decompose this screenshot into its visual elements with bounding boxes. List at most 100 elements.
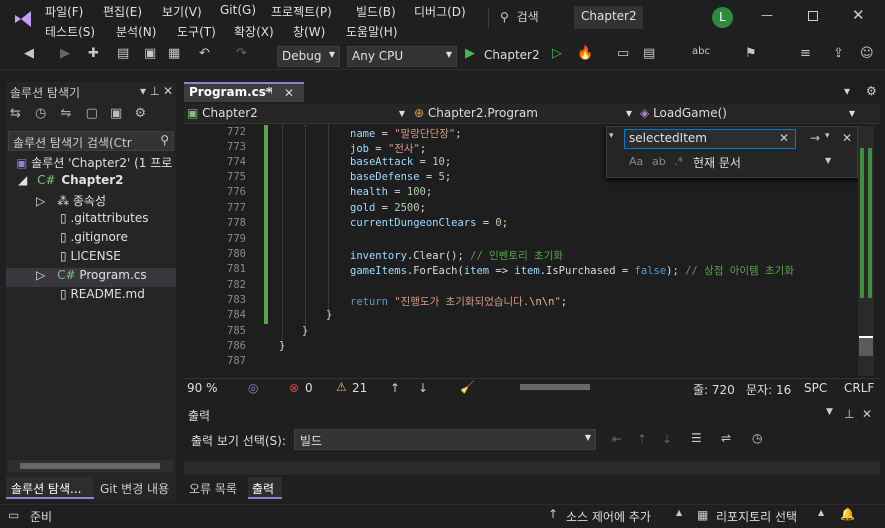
- column-indicator[interactable]: 문자: 16: [746, 381, 791, 398]
- tool-icon[interactable]: ▤: [643, 46, 655, 61]
- file-readme[interactable]: ▯ README.md: [6, 287, 176, 306]
- find-next-icon[interactable]: →: [810, 131, 820, 145]
- wrench-icon[interactable]: ⚙: [134, 106, 146, 121]
- match-case-icon[interactable]: Aa: [629, 155, 643, 168]
- folder-icon[interactable]: ▭: [617, 46, 629, 61]
- chevron-up-icon[interactable]: ▲: [818, 508, 824, 517]
- start-debugging-button[interactable]: ▶: [465, 46, 475, 61]
- switch-views-icon[interactable]: ⇆: [10, 106, 21, 121]
- chevron-down-icon[interactable]: ▾: [844, 84, 850, 98]
- copilot-icon[interactable]: ◎: [248, 381, 258, 395]
- tab-output[interactable]: 출력: [248, 477, 282, 499]
- horizontal-scrollbar[interactable]: [8, 460, 174, 472]
- search-box[interactable]: ⚲ 검색: [500, 8, 539, 25]
- menu-analyze[interactable]: 분석(N): [116, 23, 156, 40]
- menu-project[interactable]: 프로젝트(P): [271, 3, 332, 20]
- save-icon[interactable]: ▦: [168, 46, 180, 61]
- menu-edit[interactable]: 편집(E): [103, 3, 142, 20]
- menu-help[interactable]: 도움말(H): [346, 23, 398, 40]
- save-all-icon[interactable]: ▣: [144, 46, 156, 61]
- find-scope-label[interactable]: 현재 문서: [693, 154, 741, 171]
- pin-icon[interactable]: ⊥: [150, 84, 160, 98]
- clear-icon[interactable]: ✕: [779, 131, 789, 145]
- close-icon[interactable]: ✕: [163, 84, 173, 98]
- run-target-label[interactable]: Chapter2: [484, 48, 540, 62]
- close-icon[interactable]: ✕: [842, 131, 852, 145]
- code-cleanup-icon[interactable]: 🧹: [460, 380, 475, 394]
- tab-solution-explorer[interactable]: 솔루션 탐색...: [6, 477, 94, 499]
- menu-tools[interactable]: 도구(T): [177, 23, 216, 40]
- collapse-icon[interactable]: ▢: [86, 106, 98, 121]
- add-to-source-control[interactable]: 소스 제어에 추가: [566, 508, 651, 525]
- sync-icon[interactable]: ⇋: [61, 106, 72, 121]
- file-program-cs[interactable]: ▷ C# Program.cs: [6, 268, 176, 287]
- configuration-select[interactable]: Debug ▼: [277, 46, 340, 67]
- chevron-down-icon[interactable]: ▼: [825, 156, 831, 165]
- menu-file[interactable]: 파일(F): [45, 3, 83, 20]
- menu-test[interactable]: 테스트(S): [45, 23, 95, 40]
- pin-icon[interactable]: ⊣: [264, 86, 273, 97]
- previous-issue-icon[interactable]: ↑: [390, 381, 400, 395]
- comment-icon[interactable]: ≡: [800, 46, 811, 61]
- hot-reload-icon[interactable]: 🔥: [577, 46, 593, 61]
- chevron-down-icon[interactable]: ▾: [825, 131, 830, 141]
- undo-icon[interactable]: ↶: [199, 46, 210, 61]
- class-nav-dropdown[interactable]: ⊕ Chapter2.Program ▼: [414, 106, 632, 120]
- menu-window[interactable]: 창(W): [293, 23, 325, 40]
- redo-icon[interactable]: ↷: [236, 46, 247, 61]
- solution-search-input[interactable]: 솔루션 탐색기 검색(Ctr ⚲: [8, 131, 174, 151]
- chevron-up-icon[interactable]: ▲: [676, 508, 682, 517]
- word-wrap-icon[interactable]: ⇌: [721, 431, 731, 445]
- go-to-location-icon[interactable]: ⇤: [612, 432, 622, 446]
- next-message-icon[interactable]: ⇣: [662, 432, 672, 446]
- notifications-icon[interactable]: 🔔: [840, 507, 855, 521]
- menu-git[interactable]: Git(G): [220, 3, 256, 17]
- menu-build[interactable]: 빌드(B): [356, 3, 396, 20]
- maximize-icon[interactable]: [808, 11, 818, 21]
- line-indicator[interactable]: 줄: 720: [693, 381, 735, 398]
- menu-debug[interactable]: 디버그(D): [414, 3, 466, 20]
- line-ending-indicator[interactable]: CRLF: [844, 381, 874, 395]
- file-gitattributes[interactable]: ▯ .gitattributes: [6, 211, 176, 230]
- copy-icon[interactable]: ▣: [110, 106, 122, 121]
- select-repository[interactable]: 리포지토리 선택: [716, 508, 797, 525]
- timestamp-icon[interactable]: ◷: [752, 431, 762, 445]
- new-item-icon[interactable]: ✚: [88, 46, 99, 61]
- zoom-select[interactable]: 90 %: [187, 381, 218, 395]
- spellcheck-icon[interactable]: abc: [692, 46, 710, 57]
- tab-git-changes[interactable]: Git 변경 내용: [100, 480, 169, 497]
- vertical-scrollbar[interactable]: [858, 126, 874, 376]
- warning-icon[interactable]: ⚠: [336, 380, 347, 394]
- close-icon[interactable]: ✕: [284, 86, 294, 100]
- solution-node[interactable]: ▣ 솔루션 'Chapter2' (1 프로: [6, 154, 176, 173]
- regex-icon[interactable]: .*: [674, 155, 683, 168]
- pin-icon[interactable]: ⊥: [844, 407, 854, 421]
- next-issue-icon[interactable]: ↓: [418, 381, 428, 395]
- member-nav-dropdown[interactable]: ◈ LoadGame() ▼: [640, 106, 855, 120]
- whole-word-icon[interactable]: ab: [652, 155, 666, 168]
- feedback-icon[interactable]: ☺: [860, 46, 874, 61]
- start-without-debugging-button[interactable]: ▷: [552, 46, 562, 61]
- avatar[interactable]: L: [712, 7, 733, 28]
- editor-horizontal-scrollbar[interactable]: [506, 381, 666, 393]
- tab-error-list[interactable]: 오류 목록: [189, 480, 237, 497]
- menu-extensions[interactable]: 확장(X): [234, 23, 274, 40]
- share-icon[interactable]: ⇪: [833, 46, 844, 61]
- back-icon[interactable]: ◀: [24, 46, 34, 61]
- project-node[interactable]: ◢ C# Chapter2: [6, 173, 176, 192]
- tab-program-cs[interactable]: Program.cs* ⊣ ✕: [184, 82, 304, 102]
- chevron-down-icon[interactable]: ▾: [609, 131, 614, 141]
- output-horizontal-scrollbar[interactable]: [184, 461, 880, 475]
- chevron-down-icon[interactable]: ▾: [140, 84, 146, 98]
- close-icon[interactable]: ✕: [862, 407, 872, 421]
- whitespace-indicator[interactable]: SPC: [804, 381, 827, 395]
- previous-message-icon[interactable]: ⇡: [637, 432, 647, 446]
- open-icon[interactable]: ▤: [117, 46, 129, 61]
- file-gitignore[interactable]: ▯ .gitignore: [6, 230, 176, 249]
- project-nav-dropdown[interactable]: ▣ Chapter2 ▼: [187, 106, 405, 120]
- platform-select[interactable]: Any CPU ▼: [347, 46, 457, 67]
- forward-icon[interactable]: ▶: [60, 46, 70, 61]
- close-icon[interactable]: ✕: [852, 6, 865, 24]
- bookmark-icon[interactable]: ⚑: [745, 46, 757, 61]
- error-icon[interactable]: ⊗: [289, 381, 299, 395]
